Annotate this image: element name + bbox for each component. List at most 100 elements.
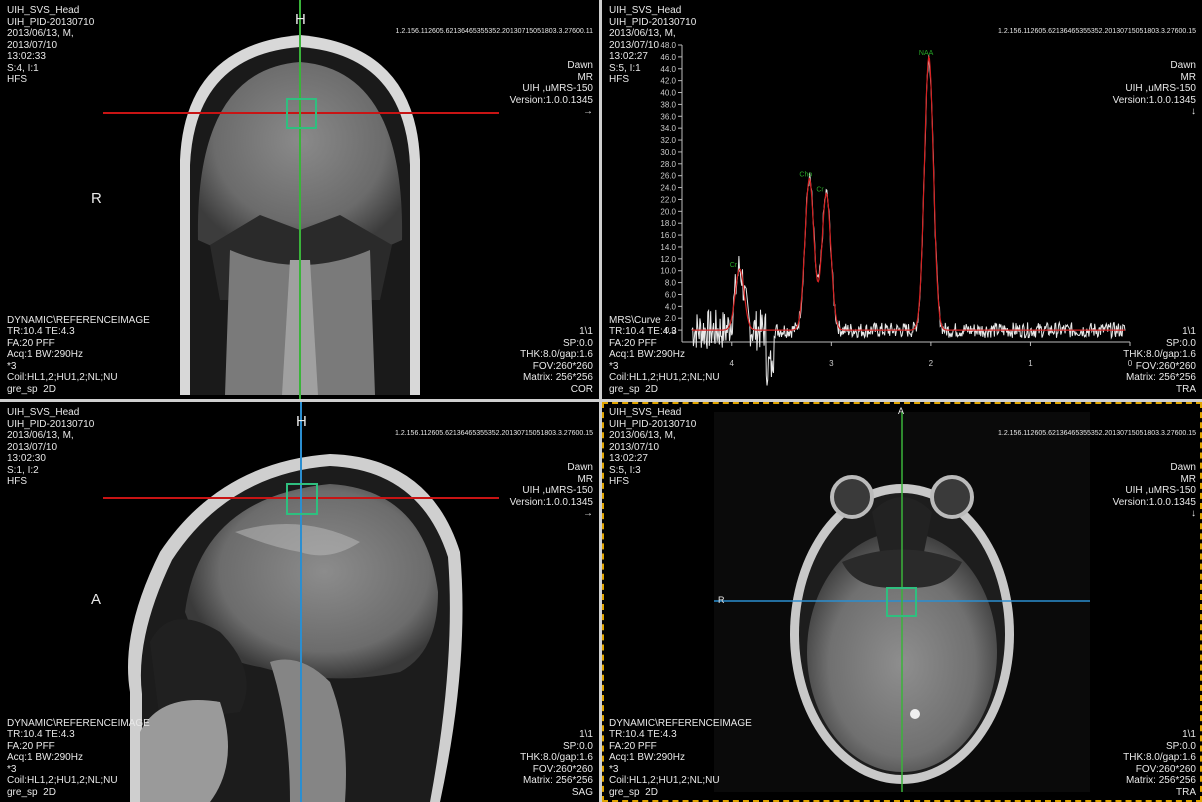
overlay-line: THK:8.0/gap:1.6 xyxy=(1123,349,1196,360)
horizontal-divider[interactable] xyxy=(0,399,1202,402)
overlay-line: FOV:260*260 xyxy=(1135,360,1196,372)
overlay-line: TR:10.4 TE:4.3 xyxy=(609,729,677,740)
x-tick-label: 4 xyxy=(730,359,735,368)
geometry-info-overlay: 1\1 SP:0.0 THK:8.0/gap:1.6 FOV:260*260 Matri… xyxy=(520,326,593,395)
overlay-line: 1\1 xyxy=(579,326,593,337)
overlay-line: UIH_PID-20130710 xyxy=(609,16,697,28)
overlay-line: TRA xyxy=(1176,786,1196,798)
overlay-line: *3 xyxy=(7,763,17,775)
orientation-left-label: R xyxy=(91,190,102,207)
geometry-info-overlay: 1\1 SP:0.0 THK:8.0/gap:1.6 FOV:260*260 Matri… xyxy=(1123,729,1196,798)
y-tick-label: 20.0 xyxy=(660,207,676,216)
overlay-line: SP:0.0 xyxy=(1165,740,1196,752)
series-info-overlay: 1.2.156.112605.62136465355352.2013071505… xyxy=(998,407,1196,519)
overlay-line: Version:1.0.0.1345 xyxy=(1112,496,1196,508)
overlay-line: MR xyxy=(1180,71,1196,83)
overlay-line: TR:10.4 TE:4.3 xyxy=(7,729,75,740)
orientation-left-label: R xyxy=(718,595,725,605)
y-tick-label: 38.0 xyxy=(660,100,676,109)
overlay-line: DYNAMIC\REFERENCEIMAGE xyxy=(7,314,150,326)
overlay-line: HFS xyxy=(609,74,629,85)
overlay-line: Dawn xyxy=(1170,60,1196,71)
overlay-line: gre_sp 2D xyxy=(609,383,658,395)
series-info-overlay: 1.2.156.112605.62136465355352.2013071505… xyxy=(998,5,1196,117)
sequence-info-overlay: MRS\Curve TR:10.4 TE:4.3 FA:20 PFF Acq:1 BW… xyxy=(609,315,720,396)
overlay-line: UIH_SVS_Head xyxy=(7,5,80,16)
orientation-top-label: A xyxy=(898,406,905,416)
y-tick-label: 12.0 xyxy=(660,255,676,264)
overlay-line: FA:20 PFF xyxy=(7,337,55,349)
y-tick-label: 28.0 xyxy=(660,160,676,169)
overlay-line: Acq:1 BW:290Hz xyxy=(7,752,83,763)
overlay-line: ↓ xyxy=(1191,508,1196,519)
sequence-info-overlay: DYNAMIC\REFERENCEIMAGE TR:10.4 TE:4.3 FA:2… xyxy=(7,718,150,799)
overlay-line: Version:1.0.0.1345 xyxy=(509,496,593,508)
series-info-overlay: 1.2.156.112605.62136465355352.2013071505… xyxy=(395,5,594,117)
overlay-line: 2013/07/10 xyxy=(609,39,660,51)
overlay-line: UIH_PID-20130710 xyxy=(609,418,697,430)
overlay-line: FOV:260*260 xyxy=(532,763,593,775)
overlay-line: 2013/06/13, M, xyxy=(609,430,676,441)
x-tick-label: 3 xyxy=(829,359,834,368)
study-uid: 1.2.156.112605.62136465355352.2013071505… xyxy=(395,28,594,35)
viewport-spectrum[interactable]: 0.0 2.0 4.0 6.0 8.0 10.0 12.0 14.0 16.0 18.0 20.0 2… xyxy=(602,0,1202,399)
peak-label: Cho xyxy=(799,172,812,179)
sequence-info-overlay: DYNAMIC\REFERENCEIMAGE TR:10.4 TE:4.3 FA:2… xyxy=(609,718,752,799)
overlay-line: *3 xyxy=(609,763,619,775)
study-uid: 1.2.156.112605.62136465355352.2013071505… xyxy=(394,430,593,437)
overlay-line: S:4, I:1 xyxy=(7,62,39,74)
overlay-line: DYNAMIC\REFERENCEIMAGE xyxy=(7,717,150,729)
overlay-line: FOV:260*260 xyxy=(532,360,593,372)
overlay-line: UIH_SVS_Head xyxy=(609,5,682,16)
y-tick-label: 26.0 xyxy=(660,172,676,181)
overlay-line: UIH ,uMRS-150 xyxy=(1125,485,1196,496)
overlay-line: TR:10.4 TE:4.3 xyxy=(7,326,75,337)
overlay-line: Dawn xyxy=(1170,462,1196,473)
overlay-line: S:5, I:3 xyxy=(609,464,641,476)
y-tick-label: 40.0 xyxy=(660,89,676,98)
overlay-line: THK:8.0/gap:1.6 xyxy=(520,349,593,360)
overlay-line: COR xyxy=(570,383,593,395)
overlay-line: Coil:HL1,2;HU1,2;NL;NU xyxy=(609,775,720,786)
viewport-coronal[interactable]: H R UIH_SVS_Head UIH_PID-20130710 2013/06/… xyxy=(0,0,599,399)
overlay-line: FOV:260*260 xyxy=(1135,763,1196,775)
overlay-line: Acq:1 BW:290Hz xyxy=(609,349,685,360)
overlay-line: gre_sp 2D xyxy=(609,786,658,798)
overlay-line: FA:20 PFF xyxy=(609,337,657,349)
overlay-line: 2013/07/10 xyxy=(7,39,58,51)
geometry-info-overlay: 1\1 SP:0.0 THK:8.0/gap:1.6 FOV:260*260 Matri… xyxy=(1123,326,1196,395)
overlay-line: 1\1 xyxy=(579,729,593,740)
overlay-line: S:5, I:1 xyxy=(609,62,641,74)
x-tick-label: 2 xyxy=(929,359,934,368)
overlay-line: SAG xyxy=(571,786,593,798)
overlay-line: 13:02:30 xyxy=(7,453,46,464)
viewport-sagittal[interactable]: H A UIH_SVS_Head UIH_PID-20130710 2013/06/… xyxy=(0,402,599,802)
overlay-line: THK:8.0/gap:1.6 xyxy=(1123,752,1196,763)
overlay-line: → xyxy=(583,508,593,519)
overlay-line: UIH ,uMRS-150 xyxy=(522,485,593,496)
y-tick-label: 4.0 xyxy=(665,302,677,311)
peak-label: Cr xyxy=(816,187,824,194)
peak-label: Cr xyxy=(730,262,738,269)
overlay-line: TR:10.4 TE:4.3 xyxy=(609,326,677,337)
overlay-line: *3 xyxy=(609,360,619,372)
viewport-transverse[interactable]: A R UIH_SVS_Head UIH_PID-20130710 2013/06/… xyxy=(602,402,1202,802)
overlay-line: TRA xyxy=(1176,383,1196,395)
y-tick-label: 32.0 xyxy=(660,136,676,145)
overlay-line: MRS\Curve xyxy=(609,314,661,326)
overlay-line: Version:1.0.0.1345 xyxy=(509,94,593,106)
overlay-line: SP:0.0 xyxy=(1165,337,1196,349)
y-tick-label: 24.0 xyxy=(660,184,676,193)
y-tick-label: 10.0 xyxy=(660,267,676,276)
overlay-line: gre_sp 2D xyxy=(7,786,56,798)
overlay-line: UIH ,uMRS-150 xyxy=(1125,83,1196,94)
overlay-line: HFS xyxy=(7,74,27,85)
overlay-line: MR xyxy=(1180,473,1196,485)
y-tick-label: 22.0 xyxy=(660,195,676,204)
y-tick-label: 16.0 xyxy=(660,231,676,240)
overlay-line: 2013/06/13, M, xyxy=(7,28,74,39)
device-info: Dawn MR UIH ,uMRS-150 Version:1.0.0.1345 ↓ xyxy=(998,60,1196,117)
overlay-line: MR xyxy=(577,473,593,485)
overlay-line: 2013/07/10 xyxy=(7,441,58,453)
overlay-line: DYNAMIC\REFERENCEIMAGE xyxy=(609,717,752,729)
